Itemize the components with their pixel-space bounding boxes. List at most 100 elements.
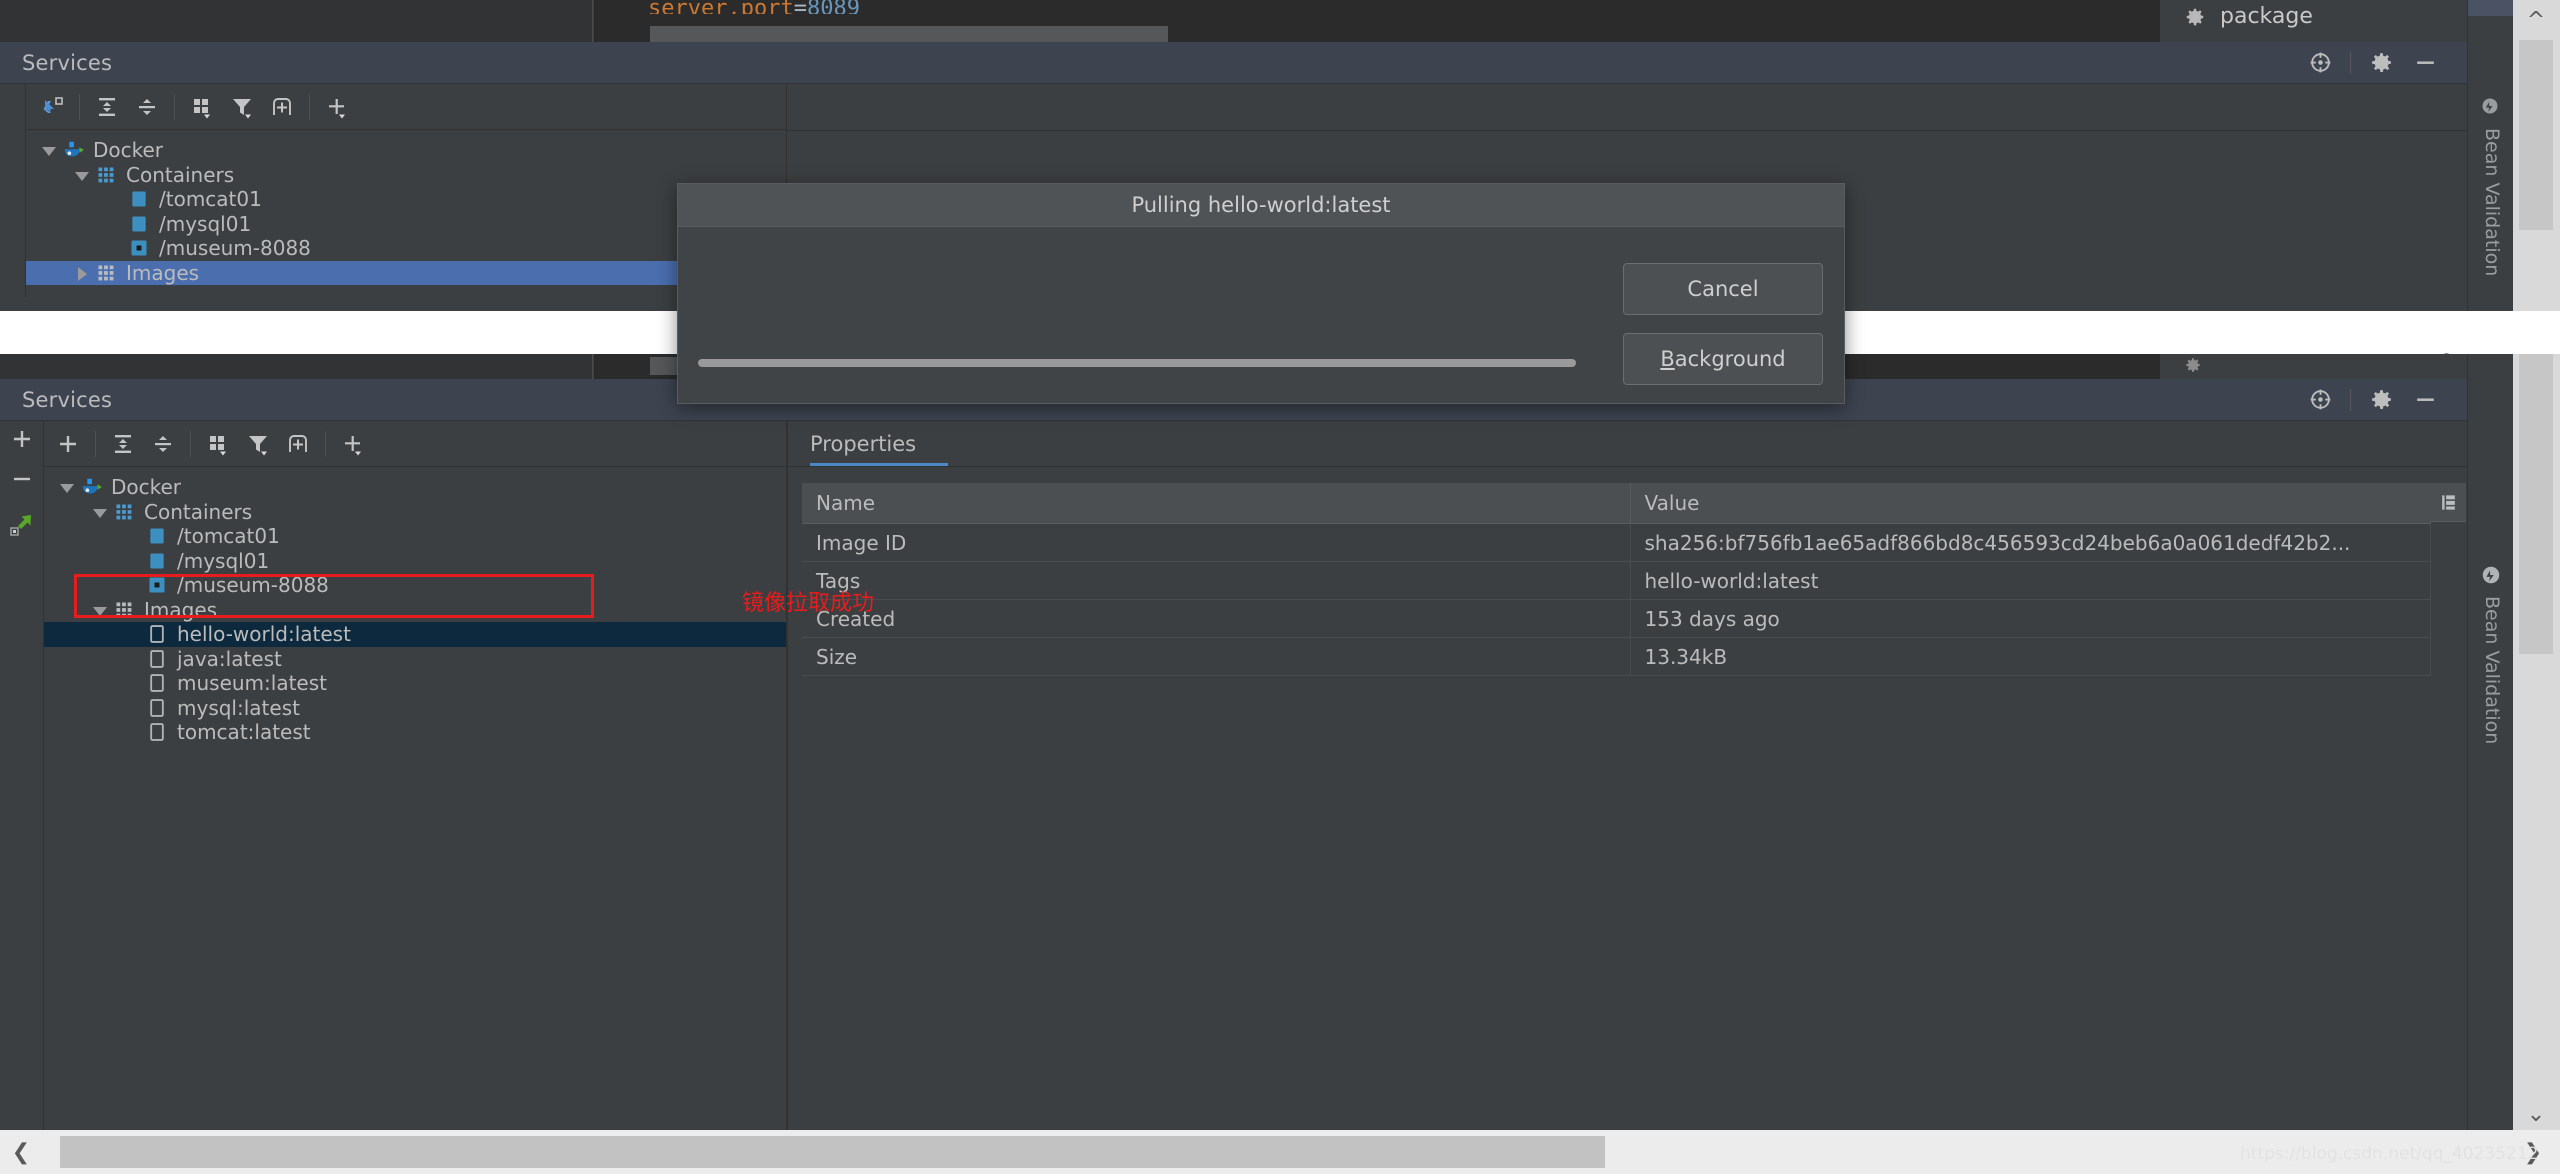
properties-table[interactable]: Name Value Image ID sha256:bf756fb1ae65ad…: [802, 483, 2431, 676]
tree-item-label: /tomcat01: [177, 524, 280, 549]
gear-icon[interactable]: [2359, 379, 2403, 421]
scroll-left-arrow[interactable]: ❮: [6, 1138, 36, 1166]
services-panel-bottom: Services Docker Containers /tomcat01 /my…: [0, 379, 2467, 1130]
toolbar-right-divider: [786, 84, 787, 130]
table-row[interactable]: Size 13.34kB: [802, 637, 2431, 676]
tree-item-containers[interactable]: Containers: [44, 500, 786, 525]
add-service-icon[interactable]: [48, 424, 88, 464]
chevron-right-icon[interactable]: [73, 264, 91, 282]
jump-to-source-icon[interactable]: [32, 87, 72, 127]
editor-popup-menu-bottom: [2160, 354, 2467, 379]
filter-icon[interactable]: [222, 87, 262, 127]
add-service-icon[interactable]: [317, 87, 357, 127]
header-divider-bottom: [2350, 388, 2351, 411]
add-icon[interactable]: [8, 425, 36, 453]
tree-item-museum-latest[interactable]: museum:latest: [44, 671, 786, 696]
chevron-down-icon[interactable]: [40, 141, 58, 159]
page-hscroll-thumb[interactable]: [60, 1136, 1605, 1168]
collapse-all-icon[interactable]: [143, 424, 183, 464]
tree-item-label: /mysql01: [177, 548, 270, 573]
copy-icon[interactable]: [2430, 483, 2466, 522]
outer-scrollbar-thumb-bottom[interactable]: [2519, 354, 2553, 654]
add-tab-icon[interactable]: [262, 87, 302, 127]
image-icon: [146, 697, 168, 719]
tree-item-java-latest[interactable]: java:latest: [44, 647, 786, 672]
locate-icon[interactable]: [2298, 379, 2342, 421]
tree-item-tomcat-latest[interactable]: tomcat:latest: [44, 720, 786, 745]
scroll-up-arrow[interactable]: ^: [2521, 6, 2551, 34]
more-icon[interactable]: [333, 424, 373, 464]
outer-scrollbar-track-bottom[interactable]: ⌄: [2513, 354, 2560, 1130]
tree-item-images[interactable]: Images: [26, 260, 786, 285]
docker-icon: [62, 139, 84, 161]
tree-item-mysql01[interactable]: /mysql01: [44, 549, 786, 574]
header-divider: [2350, 51, 2351, 74]
tree-item-docker[interactable]: Docker: [44, 475, 786, 500]
tab-properties[interactable]: Properties: [810, 421, 916, 467]
page-horizontal-scrollbar[interactable]: ❮ ❯ https://blog.csdn.net/qq_40235212: [0, 1130, 2560, 1174]
run-deploy-icon[interactable]: [8, 511, 36, 539]
table-row[interactable]: Image ID sha256:bf756fb1ae65adf866bd8c456…: [802, 523, 2431, 562]
chevron-down-icon[interactable]: [91, 601, 109, 619]
editor-gutter-left-b: [0, 354, 516, 379]
menu-item-package[interactable]: package: [2220, 4, 2313, 29]
cancel-button[interactable]: Cancel: [1623, 263, 1823, 315]
chevron-down-icon[interactable]: [91, 503, 109, 521]
services-tree-top[interactable]: Docker Containers/tomcat01/mysql01/museum…: [26, 138, 786, 288]
add-tab-icon[interactable]: [278, 424, 318, 464]
tree-item-museum-8088[interactable]: /museum-8088: [26, 236, 786, 261]
grid-icon: [113, 501, 135, 523]
locate-icon[interactable]: [2298, 42, 2342, 84]
tree-item-hello-world-latest[interactable]: hello-world:latest: [44, 622, 786, 647]
toolbar-divider-3: [309, 93, 310, 120]
tree-item-mysql01[interactable]: /mysql01: [26, 212, 786, 237]
outer-scrollbar-track-top[interactable]: ^: [2513, 0, 2560, 311]
tree-item-label: Docker: [93, 138, 164, 163]
filter-icon[interactable]: [238, 424, 278, 464]
watermark-text: https://blog.csdn.net/qq_40235212: [2240, 1144, 2539, 1164]
expand-all-icon[interactable]: [87, 87, 127, 127]
gear-icon[interactable]: [2359, 42, 2403, 84]
toolbar-divider: [79, 93, 80, 120]
property-value-cell: 13.34kB: [1630, 637, 2431, 676]
right-tool-strip-bottom: Bean Validation: [2467, 354, 2513, 1130]
chevron-down-icon[interactable]: [73, 166, 91, 184]
scroll-down-arrow[interactable]: ⌄: [2521, 1100, 2551, 1128]
container-run-icon: [146, 574, 168, 596]
pulling-image-dialog: Pulling hello-world:latest Cancel Backgr…: [677, 183, 1845, 404]
column-header-name[interactable]: Name: [802, 483, 1631, 524]
expand-all-icon[interactable]: [103, 424, 143, 464]
services-toolbar-top: [26, 84, 786, 130]
group-by-icon[interactable]: [198, 424, 238, 464]
chevron-down-icon[interactable]: [58, 478, 76, 496]
tree-item-museum-8088[interactable]: /museum-8088: [44, 573, 786, 598]
collapse-all-icon[interactable]: [127, 87, 167, 127]
services-tree-bottom[interactable]: Docker Containers/tomcat01/mysql01/museum…: [44, 475, 786, 1110]
tree-item-label: /mysql01: [159, 211, 252, 236]
editor-gutter-left-row9: [0, 14, 516, 44]
minimize-icon[interactable]: [2403, 379, 2447, 421]
vertical-tab-bean-validation[interactable]: Bean Validation: [2481, 128, 2503, 276]
docker-icon: [80, 476, 102, 498]
tree-item-tomcat01[interactable]: /tomcat01: [44, 524, 786, 549]
header-actions-top: [2298, 42, 2467, 84]
background-button[interactable]: Background: [1623, 333, 1823, 385]
vertical-tab-bean-validation-bottom[interactable]: Bean Validation: [2481, 596, 2503, 744]
group-by-icon[interactable]: [182, 87, 222, 127]
tree-item-tomcat01[interactable]: /tomcat01: [26, 187, 786, 212]
remove-icon[interactable]: [8, 465, 36, 493]
table-row[interactable]: Created 153 days ago: [802, 599, 2431, 638]
outer-scrollbar-thumb[interactable]: [2519, 40, 2553, 230]
table-row[interactable]: Tags hello-world:latest: [802, 561, 2431, 600]
tree-item-containers[interactable]: Containers: [26, 163, 786, 188]
tree-item-images[interactable]: Images: [44, 598, 786, 623]
tree-item-docker[interactable]: Docker: [26, 138, 786, 163]
minimize-icon[interactable]: [2403, 42, 2447, 84]
tree-item-mysql-latest[interactable]: mysql:latest: [44, 696, 786, 721]
tree-item-label: tomcat:latest: [177, 720, 311, 745]
column-header-value[interactable]: Value: [1630, 483, 2431, 524]
